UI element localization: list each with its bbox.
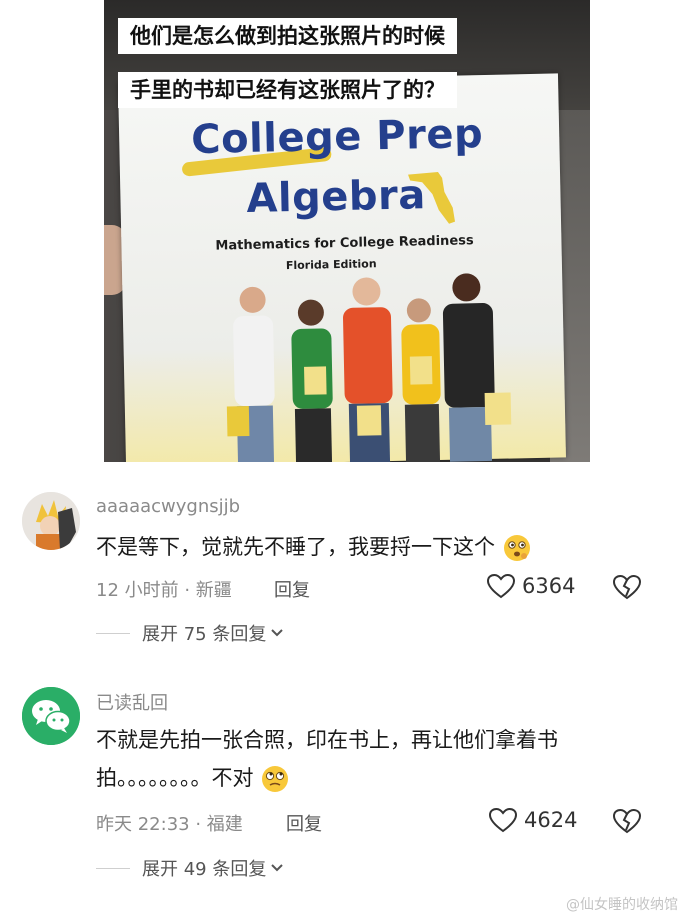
like-count: 4624 [524, 808, 578, 832]
post-caption-line1: 他们是怎么做到拍这张照片的时候 [118, 18, 457, 54]
like-count: 6364 [522, 574, 576, 598]
florida-shape-icon [408, 171, 456, 224]
comment-text-body: 不就是先拍一张合照，印在书上，再让他们拿着书拍。。。。。。。。不对 [96, 728, 558, 790]
divider-line [96, 632, 130, 634]
comment-text-body: 不是等下，觉就先不睡了，我要捋一下这个 [96, 535, 495, 559]
expand-replies-button[interactable]: 展开 49 条回复 [96, 855, 284, 881]
like-button[interactable]: 6364 [486, 573, 575, 599]
divider-line [96, 867, 130, 869]
avatar[interactable] [22, 687, 80, 745]
post-photo[interactable]: College Prep Algebra Mathematics for Col… [104, 0, 590, 462]
broken-heart-icon[interactable] [612, 574, 642, 600]
avatar[interactable] [22, 492, 80, 550]
wechat-logo-icon [22, 687, 80, 745]
students-group-photo [226, 273, 512, 462]
book-cover: College Prep Algebra Mathematics for Col… [118, 73, 566, 462]
heart-icon [488, 807, 518, 833]
like-button[interactable]: 4624 [488, 807, 577, 833]
weibo-watermark: @仙女睡的收纳馆 [566, 897, 678, 913]
expand-replies-button[interactable]: 展开 75 条回复 [96, 620, 284, 646]
comment-text: 不是等下，觉就先不睡了，我要捋一下这个 [96, 528, 656, 566]
comment-username[interactable]: 已读乱回 [96, 689, 168, 715]
expand-replies-label: 展开 75 条回复 [142, 624, 267, 645]
heart-icon [486, 573, 516, 599]
post-caption-line2: 手里的书却已经有这张照片了的？ [118, 72, 457, 108]
rolling-eyes-face-icon [262, 766, 289, 792]
comment-time-location: 昨天 22:33 · 福建 [96, 814, 243, 835]
anime-avatar-icon [22, 492, 80, 550]
chevron-down-icon [271, 864, 284, 872]
book-edition: Florida Edition [285, 257, 377, 273]
book-title-line1: College Prep [190, 111, 484, 164]
chevron-down-icon [271, 629, 284, 637]
broken-heart-icon[interactable] [612, 808, 642, 834]
comment-username[interactable]: aaaaacwygnsjjb [96, 496, 240, 517]
thinking-face-icon [503, 535, 530, 561]
reply-button[interactable]: 回复 [286, 810, 322, 836]
book-title-line2: Algebra [246, 172, 427, 222]
expand-replies-label: 展开 49 条回复 [142, 859, 267, 880]
comment-text: 不就是先拍一张合照，印在书上，再让他们拿着书拍。。。。。。。。不对 [96, 721, 656, 797]
book-subtitle: Mathematics for College Readiness [215, 233, 474, 254]
comment-time-location: 12 小时前 · 新疆 [96, 580, 232, 601]
reply-button[interactable]: 回复 [274, 576, 310, 602]
